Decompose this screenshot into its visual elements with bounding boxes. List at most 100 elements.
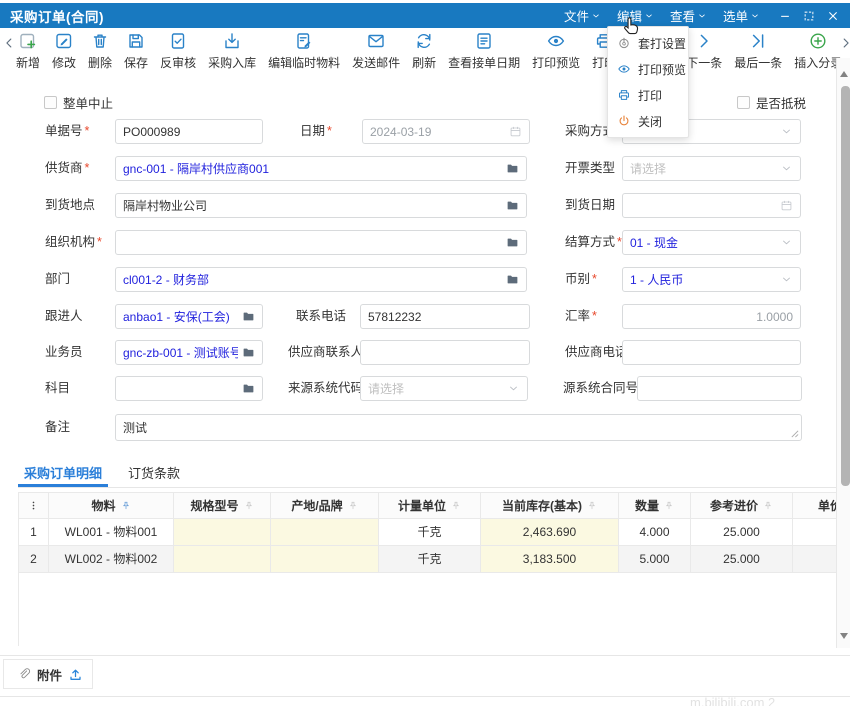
checkbox-box[interactable] — [44, 96, 57, 109]
toolbar-mail-button[interactable]: 发送邮件 — [352, 31, 400, 71]
invoice-type-select[interactable]: 请选择 — [622, 156, 801, 181]
folder-lookup-icon[interactable] — [506, 236, 519, 249]
organization-input[interactable] — [115, 230, 527, 255]
scrollbar-thumb[interactable] — [841, 86, 850, 486]
table-cell[interactable] — [793, 546, 836, 573]
resize-handle-icon[interactable] — [790, 429, 799, 438]
vertical-scrollbar[interactable] — [836, 58, 850, 648]
chevron-down-icon[interactable] — [780, 125, 793, 138]
scroll-down-icon[interactable] — [840, 633, 848, 639]
calendar-icon[interactable] — [509, 125, 522, 138]
column-header-4[interactable]: 当前库存(基本) — [481, 492, 619, 519]
remark-textarea[interactable]: 测试 — [115, 414, 802, 441]
supplier-input[interactable]: gnc-001 - 隔岸村供应商001 — [115, 156, 527, 181]
source-system-code-select[interactable]: 请选择 — [360, 376, 528, 401]
toolbar-edit-material-button[interactable]: 编辑临时物料 — [268, 31, 340, 71]
minimize-icon[interactable] — [778, 9, 792, 23]
folder-lookup-icon[interactable] — [242, 346, 255, 359]
supplier-phone-input[interactable] — [622, 340, 801, 365]
table-cell[interactable]: 千克 — [379, 546, 481, 573]
close-icon[interactable] — [826, 9, 840, 23]
salesman-input[interactable]: gnc-zb-001 - 测试账号 — [115, 340, 263, 365]
toolbar-save-button[interactable]: 保存 — [124, 31, 148, 71]
table-cell[interactable] — [271, 519, 379, 546]
scroll-up-icon[interactable] — [840, 71, 848, 77]
table-cell[interactable]: WL001 - 物料001 — [49, 519, 174, 546]
toolbar-refresh-button[interactable]: 刷新 — [412, 31, 436, 71]
column-header-1[interactable]: 规格型号 — [174, 492, 271, 519]
chevron-down-icon[interactable] — [780, 162, 793, 175]
table-cell[interactable]: 千克 — [379, 519, 481, 546]
table-cell[interactable]: 25.000 — [691, 546, 793, 573]
toolbar-edit-button[interactable]: 修改 — [52, 31, 76, 71]
exchange-rate-input[interactable]: 1.0000 — [622, 304, 801, 329]
table-cell[interactable]: 4.000 — [619, 519, 691, 546]
chevron-down-icon[interactable] — [780, 273, 793, 286]
tax-deduct-checkbox[interactable]: 是否抵税 — [737, 93, 806, 112]
attachment-bar[interactable]: 附件 — [3, 659, 93, 689]
table-cell[interactable] — [271, 546, 379, 573]
maximize-icon[interactable] — [802, 9, 816, 23]
settlement-select[interactable]: 01 - 现金 — [622, 230, 801, 255]
subject-input[interactable] — [115, 376, 263, 401]
chevron-down-icon[interactable] — [507, 382, 520, 395]
table-cell[interactable]: 3,183.500 — [481, 546, 619, 573]
menu-item-eye[interactable]: 打印预览 — [608, 56, 688, 82]
delivery-place-input[interactable]: 隔岸村物业公司 — [115, 193, 527, 218]
delivery-date-label: 到货日期 — [565, 193, 615, 218]
row-number[interactable]: 2 — [19, 546, 49, 573]
menu-item-power[interactable]: 关闭 — [608, 108, 688, 134]
toolbar-next-button[interactable]: 下一条 — [686, 31, 722, 71]
checkbox-label: 是否抵税 — [756, 93, 806, 112]
folder-lookup-icon[interactable] — [506, 162, 519, 175]
column-header-6[interactable]: 参考进价 — [691, 492, 793, 519]
table-cell[interactable] — [174, 519, 271, 546]
follower-input[interactable]: anbao1 - 安保(工会) — [115, 304, 263, 329]
toolbar-eye-button[interactable]: 打印预览 — [532, 31, 580, 71]
column-header-3[interactable]: 计量单位 — [379, 492, 481, 519]
titlebar-menu-2[interactable]: 查看 — [670, 6, 707, 25]
table-cell[interactable]: 25.000 — [691, 519, 793, 546]
grid-corner-cell[interactable] — [19, 492, 49, 519]
department-label: 部门 — [45, 267, 70, 292]
column-header-5[interactable]: 数量 — [619, 492, 691, 519]
toolbar-add-doc-button[interactable]: 新增 — [16, 31, 40, 71]
supplier-contact-input[interactable] — [360, 340, 530, 365]
column-header-7[interactable]: 单价 — [793, 492, 836, 519]
toolbar-last-button[interactable]: 最后一条 — [734, 31, 782, 71]
delivery-date-input[interactable] — [622, 193, 801, 218]
checkbox-box[interactable] — [737, 96, 750, 109]
titlebar-menu-0[interactable]: 文件 — [564, 6, 601, 25]
table-cell[interactable] — [174, 546, 271, 573]
folder-lookup-icon[interactable] — [506, 273, 519, 286]
toolbar-scroll-left-icon[interactable] — [2, 36, 16, 50]
date-input[interactable]: 2024-03-19 — [362, 119, 530, 144]
currency-select[interactable]: 1 - 人民币 — [622, 267, 801, 292]
row-number[interactable]: 1 — [19, 519, 49, 546]
table-cell[interactable]: 2,463.690 — [481, 519, 619, 546]
folder-lookup-icon[interactable] — [506, 199, 519, 212]
toolbar-stock-in-button[interactable]: 采购入库 — [208, 31, 256, 71]
chevron-down-icon[interactable] — [780, 236, 793, 249]
department-input[interactable]: cl001-2 - 财务部 — [115, 267, 527, 292]
calendar-icon[interactable] — [780, 199, 793, 212]
toolbar-trash-button[interactable]: 删除 — [88, 31, 112, 71]
docno-input[interactable]: PO000989 — [115, 119, 263, 144]
folder-lookup-icon[interactable] — [242, 382, 255, 395]
tab-order-detail[interactable]: 采购订单明细 — [18, 463, 108, 487]
table-cell[interactable]: WL002 - 物料002 — [49, 546, 174, 573]
table-cell[interactable] — [793, 519, 836, 546]
toolbar-unaudit-button[interactable]: 反审核 — [160, 31, 196, 71]
tab-order-terms[interactable]: 订货条款 — [122, 463, 186, 487]
menu-item-printer[interactable]: 打印 — [608, 82, 688, 108]
contact-phone-input[interactable]: 57812232 — [360, 304, 530, 329]
table-cell[interactable]: 5.000 — [619, 546, 691, 573]
toolbar-view-date-button[interactable]: 查看接单日期 — [448, 31, 520, 71]
folder-lookup-icon[interactable] — [242, 310, 255, 323]
source-contract-no-input[interactable] — [637, 376, 802, 401]
column-header-2[interactable]: 产地/品牌 — [271, 492, 379, 519]
stop-order-checkbox[interactable]: 整单中止 — [44, 93, 113, 112]
column-header-0[interactable]: 物料 — [49, 492, 174, 519]
upload-icon[interactable] — [68, 667, 83, 682]
titlebar-menu-3[interactable]: 选单 — [723, 6, 760, 25]
